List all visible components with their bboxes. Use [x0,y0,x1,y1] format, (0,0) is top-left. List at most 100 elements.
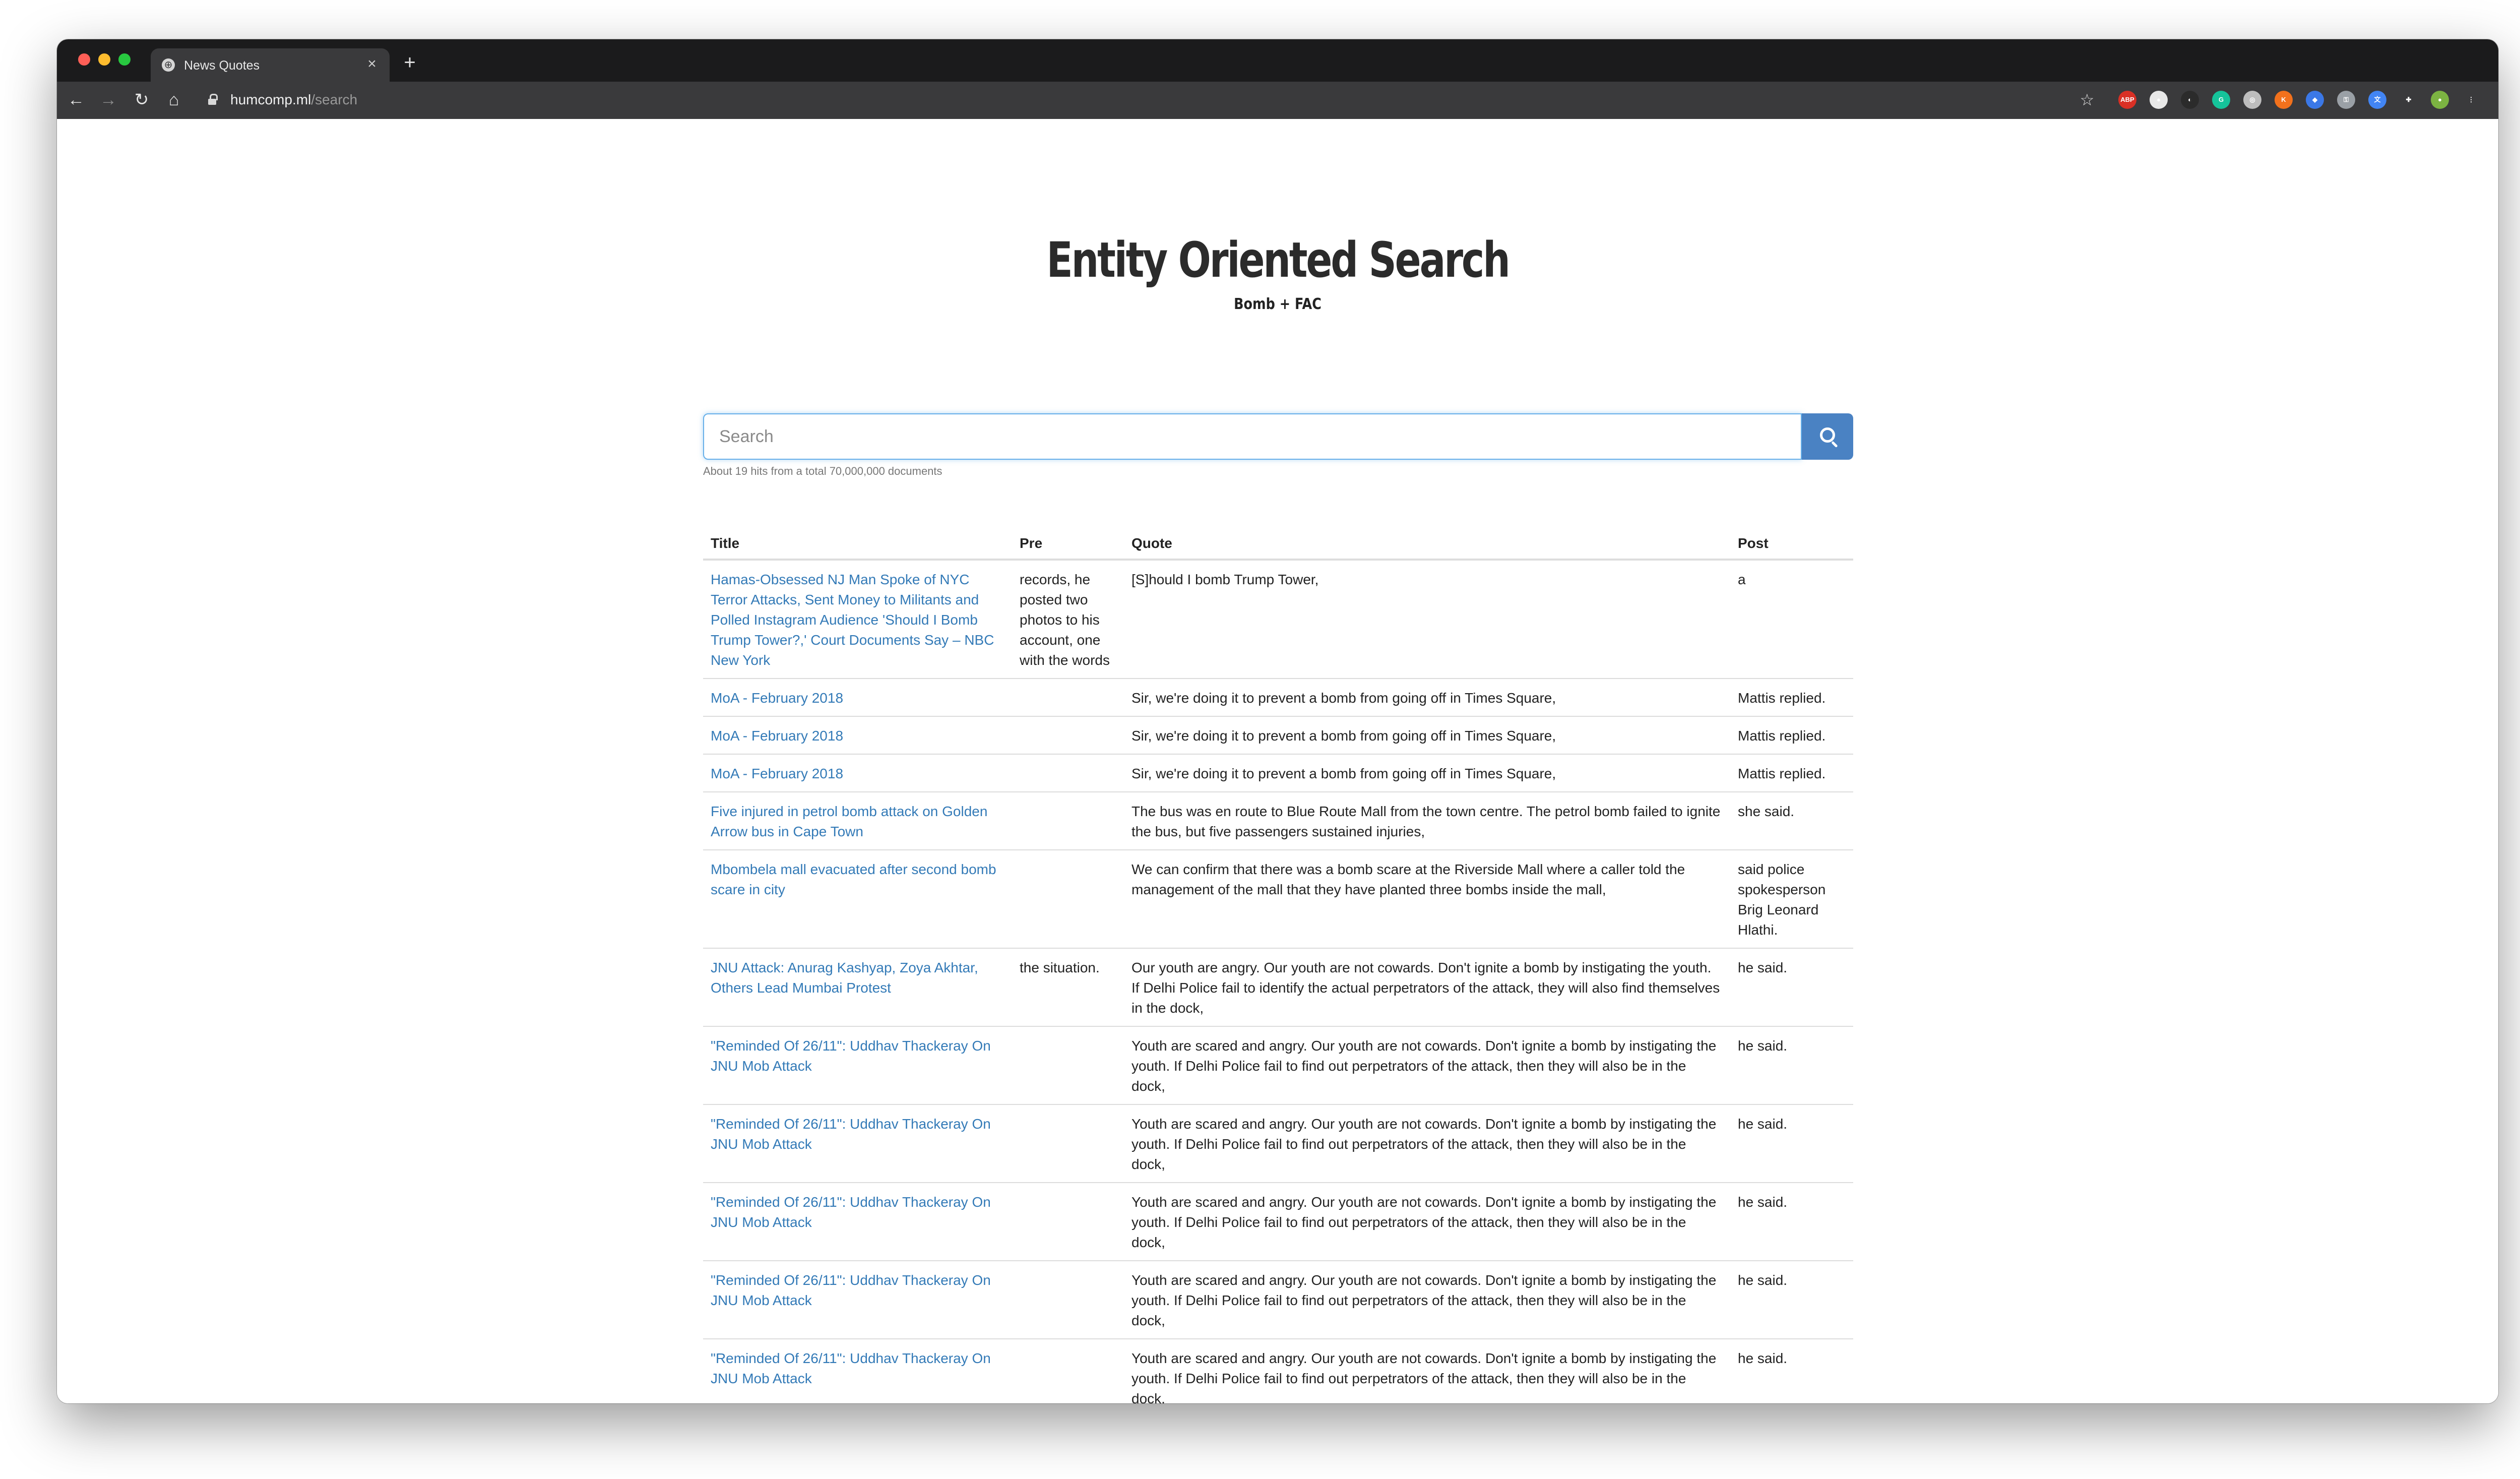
forward-arrow-icon[interactable]: → [98,90,118,110]
table-row: MoA - February 2018 Sir, we're doing it t… [703,678,1853,716]
cell-pre: records, he posted two photos to his acc… [1012,559,1124,679]
close-window-button[interactable] [78,53,90,66]
tab-strip: ⊕ News Quotes × + [57,39,2498,82]
table-row: Five injured in petrol bomb attack on Go… [703,791,1853,850]
cell-pre [1012,1338,1124,1403]
tab-news-quotes[interactable]: ⊕ News Quotes × [151,48,390,82]
cell-pre [1012,849,1124,948]
table-row: MoA - February 2018 Sir, we're doing it t… [703,716,1853,754]
cell-pre [1012,1182,1124,1261]
cell-quote: Youth are scared and angry. Our youth ar… [1124,1182,1730,1261]
blue-extension-icon[interactable]: ◆ [2306,91,2324,109]
address-bar[interactable]: humcomp.ml/search [230,92,357,108]
result-title-link[interactable]: JNU Attack: Anurag Kashyap, Zoya Akhtar,… [711,960,978,996]
table-row: "Reminded Of 26/11": Uddhav Thackeray On… [703,1260,1853,1339]
home-icon[interactable]: ⌂ [164,90,184,110]
table-row: "Reminded Of 26/11": Uddhav Thackeray On… [703,1182,1853,1261]
profile-avatar-icon[interactable]: ● [2431,91,2449,109]
result-title-link[interactable]: "Reminded Of 26/11": Uddhav Thackeray On… [711,1116,991,1152]
reload-icon[interactable]: ↻ [132,90,152,110]
table-row: "Reminded Of 26/11": Uddhav Thackeray On… [703,1026,1853,1104]
cell-pre [1012,716,1124,754]
key-icon[interactable]: ⚿ [2337,91,2355,109]
cell-title: "Reminded Of 26/11": Uddhav Thackeray On… [703,1260,1012,1339]
result-title-link[interactable]: MoA - February 2018 [711,728,843,744]
search-input[interactable] [703,413,1802,460]
url-path: /search [311,92,358,107]
column-header-pre: Pre [1012,525,1124,561]
grammarly-icon[interactable]: G [2212,91,2230,109]
search-form [703,413,1853,460]
cell-quote: Sir, we're doing it to prevent a bomb fr… [1124,754,1730,792]
result-title-link[interactable]: "Reminded Of 26/11": Uddhav Thackeray On… [711,1350,991,1386]
url-host: humcomp.ml [230,92,311,107]
menu-icon[interactable]: ⋮ [2462,91,2480,109]
tab-close-icon[interactable]: × [363,55,381,73]
extensions-bar: ☆ ABP ● ◐ G ◎ K ◆ ⚿ 文 ✚ ● ⋮ [2078,91,2491,111]
cell-pre: the situation. [1012,948,1124,1026]
cell-title: "Reminded Of 26/11": Uddhav Thackeray On… [703,1026,1012,1104]
cell-pre [1012,1104,1124,1183]
page-title: Entity Oriented Search [1046,232,1510,288]
cell-post: a [1730,559,1853,679]
result-title-link[interactable]: "Reminded Of 26/11": Uddhav Thackeray On… [711,1272,991,1308]
lock-icon[interactable] [208,94,218,105]
page-content: Entity Oriented Search Bomb + FAC About … [57,119,2498,1403]
cell-title: MoA - February 2018 [703,678,1012,716]
cell-post: he said. [1730,1338,1853,1403]
maximize-window-button[interactable] [118,53,131,66]
cell-pre [1012,678,1124,716]
cell-title: MoA - February 2018 [703,716,1012,754]
cell-title: Hamas-Obsessed NJ Man Spoke of NYC Terro… [703,559,1012,679]
cell-pre [1012,791,1124,850]
cell-quote: [S]hould I bomb Trump Tower, [1124,559,1730,679]
globe-icon: ⊕ [162,58,175,72]
cell-title: "Reminded Of 26/11": Uddhav Thackeray On… [703,1104,1012,1183]
result-title-link[interactable]: "Reminded Of 26/11": Uddhav Thackeray On… [711,1038,991,1074]
cell-pre [1012,1260,1124,1339]
gray-circle-icon[interactable]: ◎ [2243,91,2261,109]
result-title-link[interactable]: Hamas-Obsessed NJ Man Spoke of NYC Terro… [711,572,994,668]
cell-title: JNU Attack: Anurag Kashyap, Zoya Akhtar,… [703,948,1012,1026]
cell-title: "Reminded Of 26/11": Uddhav Thackeray On… [703,1338,1012,1403]
cell-post: Mattis replied. [1730,754,1853,792]
back-arrow-icon[interactable]: ← [66,90,86,110]
cell-quote: Youth are scared and angry. Our youth ar… [1124,1338,1730,1403]
cell-post: Mattis replied. [1730,716,1853,754]
adblock-icon[interactable]: ABP [2118,91,2136,109]
minimize-window-button[interactable] [98,53,110,66]
results-table: Title Pre Quote Post Hamas-Obsessed NJ M… [703,525,1853,1403]
search-button[interactable] [1802,413,1853,460]
cell-pre [1012,754,1124,792]
puzzle-icon[interactable]: ✚ [2400,91,2418,109]
table-row: Hamas-Obsessed NJ Man Spoke of NYC Terro… [703,559,1853,679]
column-header-title: Title [703,525,1012,561]
cell-title: Five injured in petrol bomb attack on Go… [703,791,1012,850]
orange-extension-icon[interactable]: K [2275,91,2293,109]
cell-post: said police spokesperson Brig Leonard Hl… [1730,849,1853,948]
table-row: "Reminded Of 26/11": Uddhav Thackeray On… [703,1338,1853,1403]
result-title-link[interactable]: MoA - February 2018 [711,690,843,706]
cell-post: she said. [1730,791,1853,850]
new-tab-button[interactable]: + [400,52,420,74]
table-row: MoA - February 2018 Sir, we're doing it t… [703,754,1853,792]
bookmark-star-icon[interactable]: ☆ [2078,91,2096,109]
result-title-link[interactable]: MoA - February 2018 [711,766,843,781]
table-row: "Reminded Of 26/11": Uddhav Thackeray On… [703,1104,1853,1183]
cell-quote: Youth are scared and angry. Our youth ar… [1124,1026,1730,1104]
page-subtitle: Bomb + FAC [1234,295,1321,313]
cell-quote: Our youth are angry. Our youth are not c… [1124,948,1730,1026]
dark-extension-icon[interactable]: ◐ [2181,91,2199,109]
cell-quote: Sir, we're doing it to prevent a bomb fr… [1124,678,1730,716]
cell-title: "Reminded Of 26/11": Uddhav Thackeray On… [703,1182,1012,1261]
result-title-link[interactable]: Five injured in petrol bomb attack on Go… [711,804,987,839]
cell-post: he said. [1730,948,1853,1026]
browser-toolbar: ← → ↻ ⌂ humcomp.ml/search ☆ ABP ● ◐ G ◎ K ◆ ⚿ 文 ✚… [57,82,2498,119]
column-header-post: Post [1730,525,1853,561]
circle-white-icon[interactable]: ● [2150,91,2168,109]
translate-icon[interactable]: 文 [2368,91,2386,109]
hits-count: About 19 hits from a total 70,000,000 do… [703,465,942,477]
cell-post: he said. [1730,1104,1853,1183]
result-title-link[interactable]: "Reminded Of 26/11": Uddhav Thackeray On… [711,1194,991,1230]
result-title-link[interactable]: Mbombela mall evacuated after second bom… [711,861,996,897]
